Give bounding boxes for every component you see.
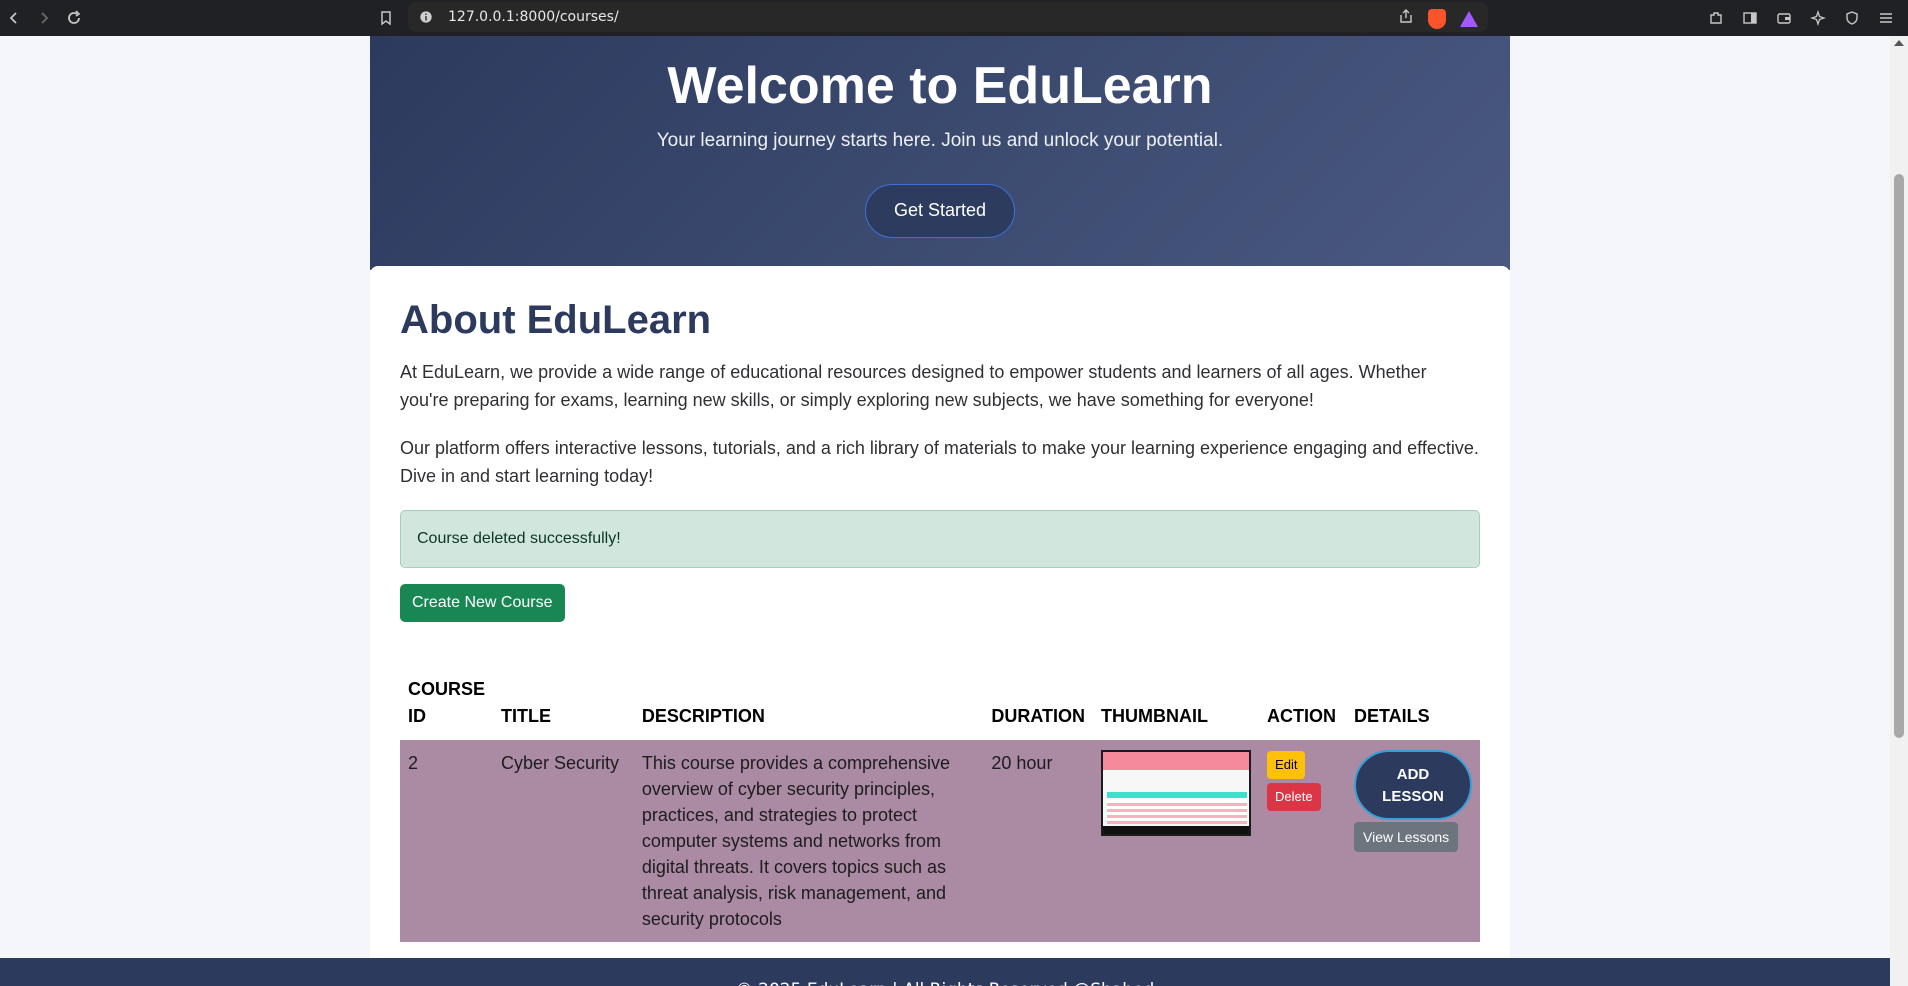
course-details-cell: ADD LESSON View Lessons (1346, 740, 1480, 942)
about-paragraph-2: Our platform offers interactive lessons,… (400, 438, 1479, 486)
brave-rewards-icon[interactable] (1460, 10, 1478, 27)
hero-subtitle: Your learning journey starts here. Join … (656, 130, 1224, 151)
view-lessons-button[interactable]: View Lessons (1354, 822, 1459, 852)
hero-title: Welcome to EduLearn (667, 57, 1213, 115)
course-duration-cell: 20 hour (983, 740, 1094, 942)
wallet-icon[interactable] (1770, 4, 1798, 32)
page-scrollbar[interactable] (1890, 36, 1908, 986)
header-course-id: COURSE ID (400, 668, 494, 740)
url-text[interactable]: 127.0.0.1:8000/courses/ (448, 9, 619, 25)
create-course-button[interactable]: Create New Course (400, 584, 565, 622)
extensions-icon[interactable] (1702, 4, 1730, 32)
edit-button[interactable]: Edit (1267, 751, 1306, 779)
about-section: About EduLearn At EduLearn, we provide a… (370, 266, 1510, 986)
scroll-up-icon[interactable] (1894, 40, 1904, 46)
table-header-row: COURSE ID TITLE DESCRIPTION DURATION THU… (400, 668, 1480, 740)
hero-section: Welcome to EduLearn Your learning journe… (370, 36, 1510, 270)
course-id-cell: 2 (400, 740, 494, 942)
site-info-icon[interactable] (418, 9, 434, 25)
vpn-shield-icon[interactable] (1838, 4, 1866, 32)
header-duration: DURATION (983, 668, 1094, 740)
table-row: 2 Cyber Security This course provides a … (400, 740, 1480, 942)
scrollbar-thumb[interactable] (1894, 174, 1904, 738)
success-alert: Course deleted successfully! (400, 510, 1480, 568)
reload-icon[interactable] (60, 4, 88, 32)
course-description-cell: This course provides a comprehensive ove… (633, 740, 984, 942)
bookmark-icon[interactable] (372, 4, 400, 32)
about-paragraph-1: At EduLearn, we provide a wide range of … (400, 362, 1427, 410)
address-bar[interactable]: 127.0.0.1:8000/courses/ (408, 2, 1488, 32)
browser-toolbar: 127.0.0.1:8000/courses/ (0, 0, 1908, 36)
back-icon[interactable] (0, 4, 28, 32)
course-title-cell: Cyber Security (493, 740, 634, 942)
course-action-cell: Edit Delete (1259, 740, 1346, 942)
header-title: TITLE (493, 668, 634, 740)
menu-icon[interactable] (1872, 4, 1900, 32)
header-details: DETAILS (1346, 668, 1480, 740)
header-description: DESCRIPTION (633, 668, 984, 740)
sidebar-icon[interactable] (1736, 4, 1764, 32)
delete-button[interactable]: Delete (1267, 783, 1321, 811)
about-heading: About EduLearn (400, 298, 712, 342)
add-lesson-button[interactable]: ADD LESSON (1354, 750, 1472, 820)
site-footer: © 2025 EduLearn | All Rights Reserved @S… (0, 958, 1890, 986)
share-icon[interactable] (1398, 8, 1414, 29)
add-lesson-label: ADD LESSON (1382, 766, 1444, 805)
forward-icon[interactable] (30, 4, 58, 32)
courses-table: COURSE ID TITLE DESCRIPTION DURATION THU… (400, 668, 1480, 942)
get-started-button[interactable]: Get Started (865, 184, 1015, 238)
header-action: ACTION (1259, 668, 1346, 740)
leo-ai-icon[interactable] (1804, 4, 1832, 32)
main-container: Welcome to EduLearn Your learning journe… (370, 36, 1510, 986)
brave-shields-icon[interactable] (1428, 8, 1446, 29)
course-thumbnail-cell (1093, 740, 1260, 942)
course-thumbnail-image (1101, 750, 1252, 836)
page-viewport: Welcome to EduLearn Your learning journe… (0, 36, 1890, 986)
header-thumbnail: THUMBNAIL (1093, 668, 1260, 740)
